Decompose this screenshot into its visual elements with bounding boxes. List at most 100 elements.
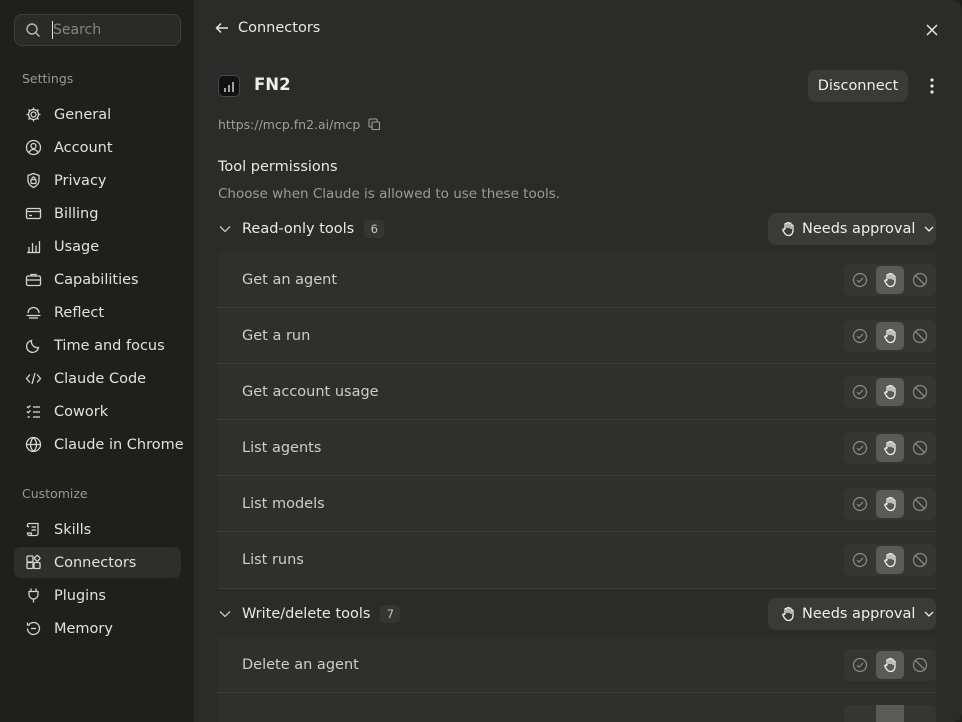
bar-chart-icon xyxy=(27,241,41,254)
sidebar-item-label: Cowork xyxy=(54,403,109,420)
allow-option[interactable] xyxy=(846,546,874,574)
sidebar-item-label: Privacy xyxy=(54,172,107,189)
check-circle-icon xyxy=(852,552,868,568)
group-approval-dropdown[interactable]: Needs approval xyxy=(768,213,936,245)
needs-approval-option[interactable] xyxy=(876,322,904,350)
group-approval-dropdown[interactable]: Needs approval xyxy=(768,598,936,630)
tool-row: List runs xyxy=(218,532,936,589)
sidebar-item-memory[interactable]: Memory xyxy=(14,613,181,644)
hand-icon xyxy=(884,440,896,456)
block-option[interactable] xyxy=(906,266,934,294)
sidebar-item-account[interactable]: Account xyxy=(14,132,181,163)
sidebar-item-billing[interactable]: Billing xyxy=(14,198,181,229)
block-icon xyxy=(912,552,928,568)
allow-option[interactable] xyxy=(846,322,874,350)
permission-selector xyxy=(844,264,936,296)
block-option[interactable] xyxy=(906,705,934,722)
block-option[interactable] xyxy=(906,546,934,574)
tool-name: Get a run xyxy=(242,327,311,344)
search-box[interactable] xyxy=(14,14,181,46)
needs-approval-option[interactable] xyxy=(876,266,904,294)
more-options-button[interactable] xyxy=(922,76,942,96)
group-header-write-delete[interactable]: Write/delete tools 7 Needs approval xyxy=(218,598,936,630)
needs-approval-option[interactable] xyxy=(876,705,904,722)
permission-selector xyxy=(844,320,936,352)
needs-approval-option[interactable] xyxy=(876,546,904,574)
hand-icon xyxy=(782,606,794,622)
sidebar-item-label: Claude Code xyxy=(54,370,147,387)
close-icon xyxy=(926,24,938,36)
connector-url-row: https://mcp.fn2.ai/mcp xyxy=(218,117,381,132)
block-option[interactable] xyxy=(906,490,934,518)
briefcase-icon xyxy=(25,273,42,287)
allow-option[interactable] xyxy=(846,490,874,518)
tool-name: List runs xyxy=(242,552,304,568)
sidebar-item-claude-in-chrome[interactable]: Claude in Chrome xyxy=(14,429,184,460)
tool-permissions-description: Choose when Claude is allowed to use the… xyxy=(218,186,561,202)
hand-icon xyxy=(884,384,896,400)
sidebar-item-connectors[interactable]: Connectors xyxy=(14,547,181,578)
permission-selector xyxy=(844,544,936,576)
approval-label: Needs approval xyxy=(802,221,916,237)
sidebar-item-label: Account xyxy=(54,139,113,156)
block-icon xyxy=(912,657,928,673)
block-icon xyxy=(912,440,928,456)
block-option[interactable] xyxy=(906,434,934,462)
sidebar: Settings General Account Privacy Billing… xyxy=(0,0,194,722)
allow-option[interactable] xyxy=(846,705,874,722)
arrow-left-icon xyxy=(215,22,228,34)
close-button[interactable] xyxy=(922,20,942,40)
sidebar-item-plugins[interactable]: Plugins xyxy=(14,580,181,611)
sidebar-item-privacy[interactable]: Privacy xyxy=(14,165,181,196)
settings-section-label: Settings xyxy=(22,71,74,86)
tool-row: Delete an agent xyxy=(218,637,936,693)
main-panel: Connectors FN2 Disconnect https://mcp.fn… xyxy=(194,0,962,722)
tool-name: List models xyxy=(242,495,325,512)
sidebar-item-time-and-focus[interactable]: Time and focus xyxy=(14,330,181,361)
connector-name: FN2 xyxy=(254,75,291,94)
allow-option[interactable] xyxy=(846,651,874,679)
hand-icon xyxy=(884,496,896,512)
check-circle-icon xyxy=(852,328,868,344)
sidebar-item-usage[interactable]: Usage xyxy=(14,231,181,262)
search-input[interactable] xyxy=(53,22,163,38)
sidebar-item-general[interactable]: General xyxy=(14,99,181,130)
block-option[interactable] xyxy=(906,651,934,679)
back-button[interactable]: Connectors xyxy=(214,20,320,36)
needs-approval-option[interactable] xyxy=(876,378,904,406)
allow-option[interactable] xyxy=(846,378,874,406)
sidebar-item-claude-code[interactable]: Claude Code xyxy=(14,363,181,394)
sidebar-item-reflect[interactable]: Reflect xyxy=(14,297,181,328)
settings-window: Settings General Account Privacy Billing… xyxy=(0,0,962,722)
sidebar-item-skills[interactable]: Skills xyxy=(14,514,181,545)
needs-approval-option[interactable] xyxy=(876,434,904,462)
needs-approval-option[interactable] xyxy=(876,651,904,679)
sidebar-item-capabilities[interactable]: Capabilities xyxy=(14,264,181,295)
block-icon xyxy=(912,496,928,512)
check-circle-icon xyxy=(852,272,868,288)
moon-icon xyxy=(25,339,40,354)
disconnect-button[interactable]: Disconnect xyxy=(808,70,908,102)
needs-approval-option[interactable] xyxy=(876,490,904,518)
tool-row: Get account usage xyxy=(218,364,936,420)
allow-option[interactable] xyxy=(846,266,874,294)
permission-selector xyxy=(844,649,936,681)
group-name: Write/delete tools xyxy=(242,606,371,622)
block-icon xyxy=(912,328,928,344)
chevron-down-icon xyxy=(219,611,231,618)
group-name: Read-only tools xyxy=(242,221,355,237)
tool-row: List models xyxy=(218,476,936,532)
block-option[interactable] xyxy=(906,322,934,350)
memory-icon xyxy=(26,621,41,636)
sidebar-item-label: Billing xyxy=(54,205,99,222)
allow-option[interactable] xyxy=(846,434,874,462)
globe-icon xyxy=(25,436,42,453)
copy-icon[interactable] xyxy=(368,118,381,131)
block-icon xyxy=(912,272,928,288)
search-icon xyxy=(26,23,40,37)
user-icon xyxy=(25,139,42,156)
tool-count-badge: 7 xyxy=(380,605,401,623)
block-option[interactable] xyxy=(906,378,934,406)
sidebar-item-cowork[interactable]: Cowork xyxy=(14,396,181,427)
group-header-read-only[interactable]: Read-only tools 6 Needs approval xyxy=(218,213,936,245)
